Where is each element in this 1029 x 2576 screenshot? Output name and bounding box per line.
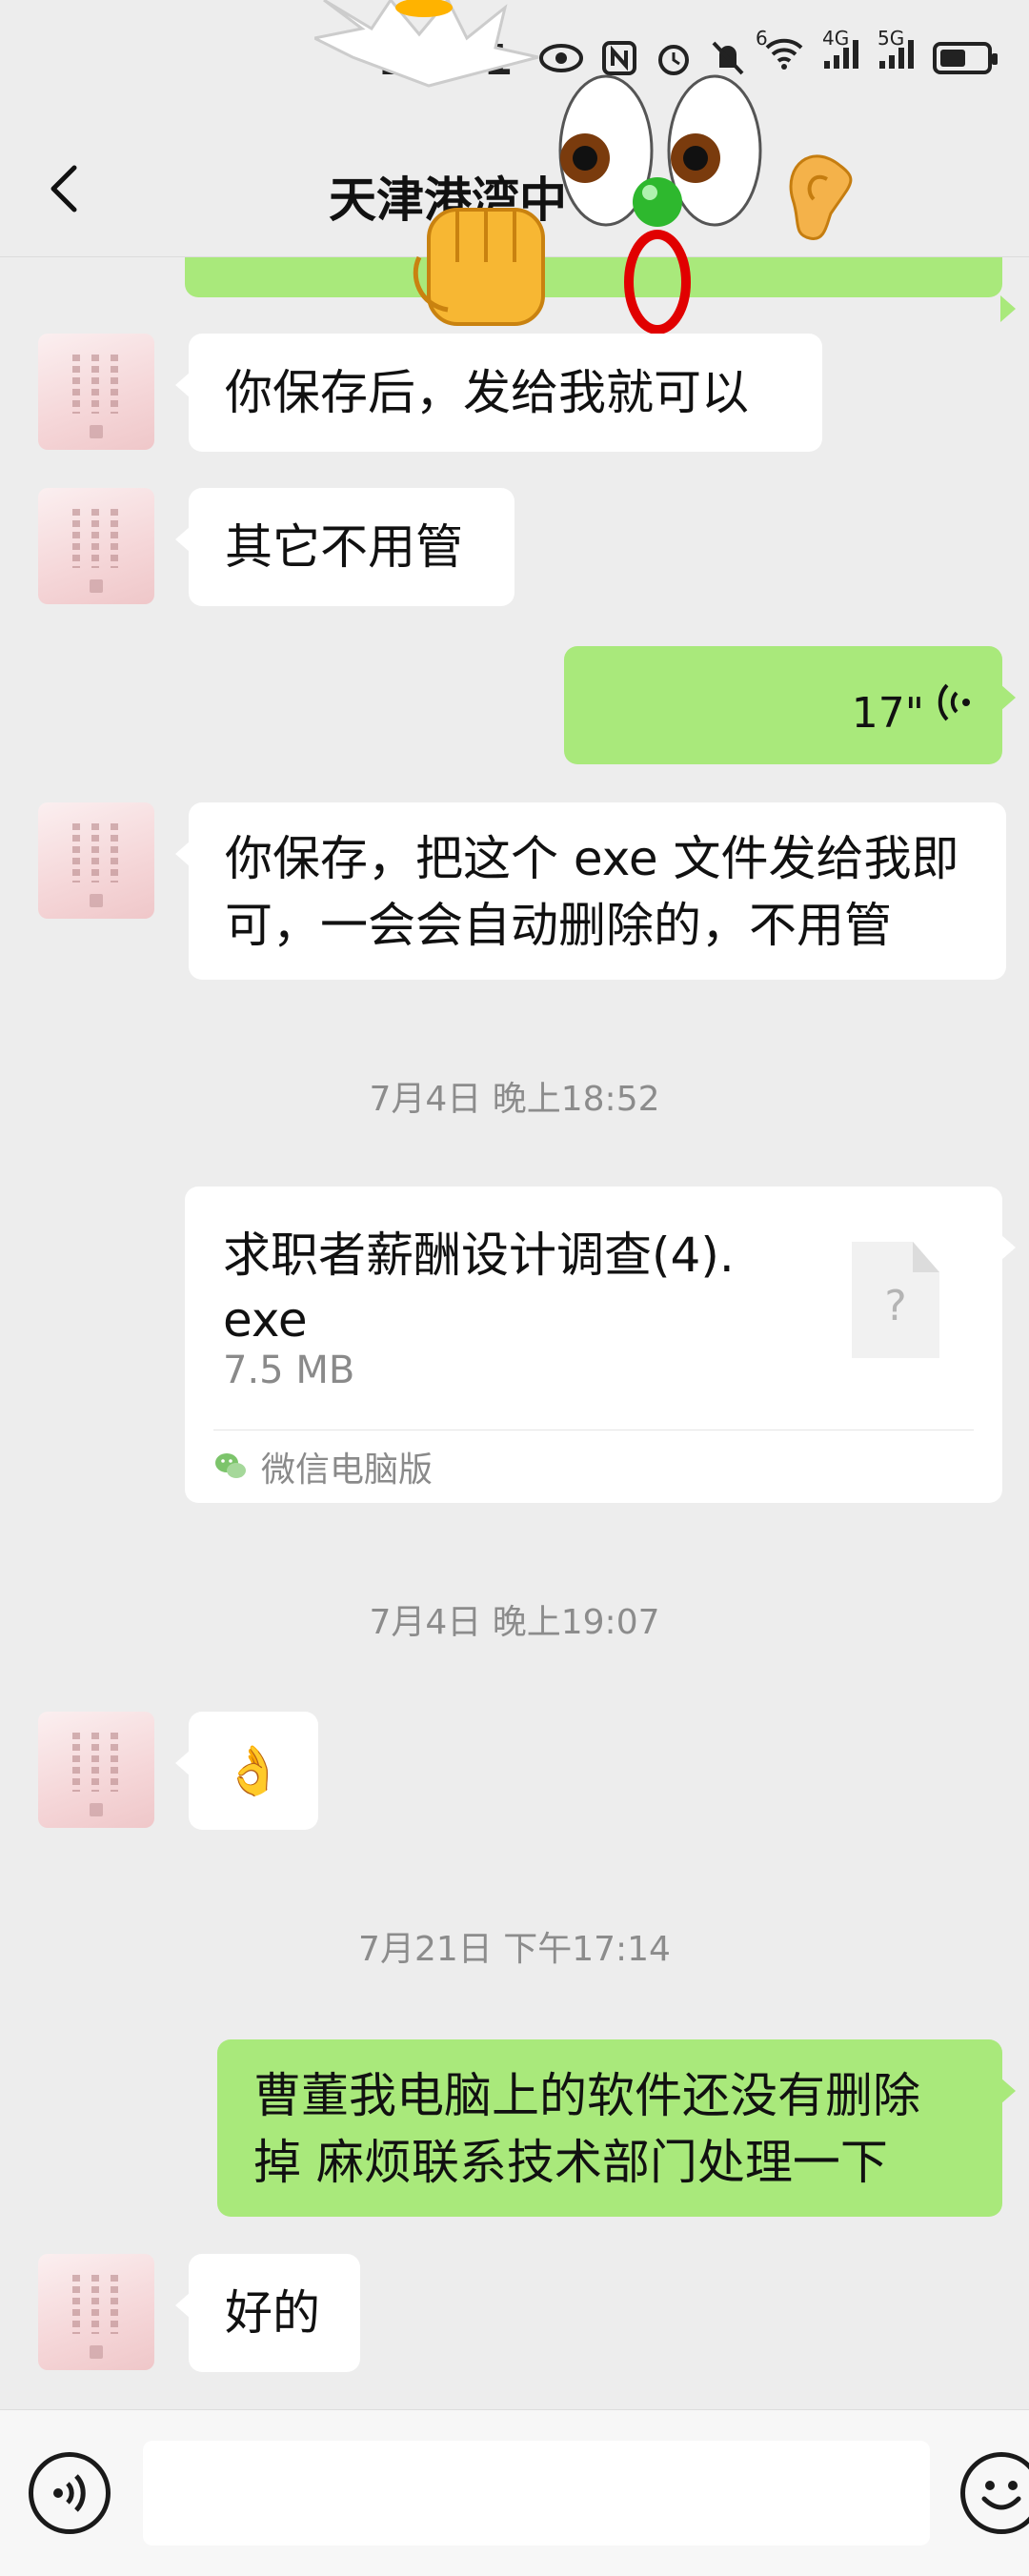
unknown-file-icon: ? (852, 1242, 939, 1358)
contact-avatar[interactable] (38, 802, 154, 919)
contact-avatar[interactable] (38, 2254, 154, 2370)
timestamp: 7月21日 下午17:14 (358, 1930, 671, 1969)
ok-hand-emoji: 👌 (223, 1743, 284, 1798)
message-text-line: 可，一会会自动删除的，不用管 (225, 898, 892, 953)
file-name-line: 求职者薪酬设计调查(4). (223, 1227, 735, 1283)
incoming-emoji-bubble[interactable]: 👌 (175, 1712, 318, 1830)
voice-input-icon (53, 2474, 86, 2512)
signal-4g-label: 4G (822, 27, 850, 50)
message-text: 其它不用管 (225, 519, 463, 575)
message-text-line: 曹董我电脑上的软件还没有删除 (253, 2068, 920, 2123)
wifi-icon: 6 (756, 27, 805, 79)
outgoing-voice-message[interactable]: 17" (564, 646, 1016, 764)
file-name: 求职者薪酬设计调查(4). exe (223, 1223, 814, 1352)
signal-5g-icon: 5G (878, 27, 916, 79)
file-message-card[interactable]: 求职者薪酬设计调查(4). exe 7.5 MB ? 微信电脑版 (185, 1187, 1016, 1503)
file-name-line: exe (223, 1292, 308, 1348)
voice-input-button[interactable] (29, 2452, 111, 2534)
status-time: 21:01 (379, 36, 514, 85)
timestamp: 7月4日 晚上19:07 (369, 1603, 660, 1642)
smiley-icon (981, 2481, 1021, 2510)
wechat-icon (215, 1453, 246, 1478)
message-text: 你保存后，发给我就可以 (225, 365, 749, 420)
eye-icon (539, 43, 583, 72)
alarm-icon (658, 44, 689, 75)
contact-avatar[interactable] (38, 488, 154, 604)
status-icons: 6 4G 5G (538, 27, 998, 79)
chat-header: 天津港湾中 (0, 124, 1029, 257)
contact-avatar[interactable] (38, 334, 154, 450)
signal-4g-icon: 4G (822, 27, 860, 79)
timestamp: 7月4日 晚上18:52 (369, 1080, 660, 1119)
emoji-button[interactable] (960, 2452, 1029, 2534)
incoming-message-bubble[interactable]: 你保存后，发给我就可以 (175, 334, 822, 452)
back-arrow-icon[interactable] (38, 160, 95, 217)
outgoing-message-bubble[interactable]: 曹董我电脑上的软件还没有删除 掉 麻烦联系技术部门处理一下 (217, 2039, 1016, 2217)
message-text-line: 你保存，把这个 exe 文件发给我即 (225, 831, 959, 886)
incoming-message-bubble[interactable]: 好的 (175, 2254, 360, 2372)
unknown-file-glyph: ? (884, 1282, 907, 1330)
message-text-line: 掉 麻烦联系技术部门处理一下 (253, 2135, 888, 2190)
status-bar: 21:01 6 4G 5G (0, 0, 1029, 124)
previous-message-edge (185, 257, 1016, 322)
message-input[interactable] (143, 2441, 930, 2546)
incoming-message-bubble[interactable]: 你保存，把这个 exe 文件发给我即 可，一会会自动删除的，不用管 (175, 802, 1006, 980)
file-size: 7.5 MB (223, 1349, 355, 1392)
signal-5g-label: 5G (878, 27, 905, 50)
voice-duration: 17" (851, 689, 924, 738)
incoming-message-bubble[interactable]: 其它不用管 (175, 488, 514, 606)
file-source-label: 微信电脑版 (261, 1450, 434, 1490)
nfc-icon (602, 40, 636, 75)
input-bar (0, 2409, 1029, 2576)
mute-icon (712, 41, 744, 74)
contact-avatar[interactable] (38, 1712, 154, 1828)
chat-title: 天津港湾中 (329, 172, 567, 228)
message-text: 好的 (225, 2285, 320, 2341)
wifi-six-label: 6 (756, 27, 768, 50)
file-source: 微信电脑版 (213, 1442, 433, 1491)
voice-wave-icon (938, 683, 970, 721)
battery-icon (933, 41, 998, 74)
